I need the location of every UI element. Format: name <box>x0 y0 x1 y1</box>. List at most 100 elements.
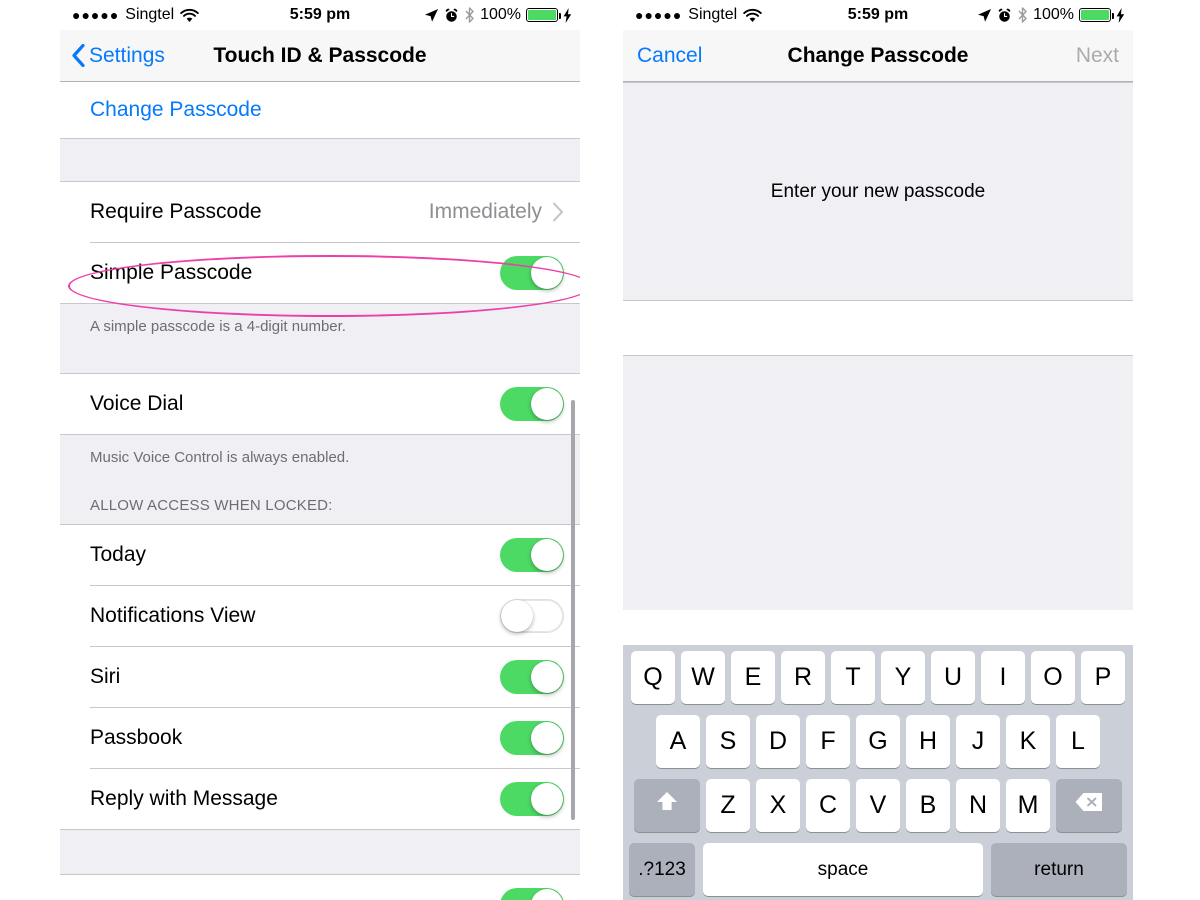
key-q[interactable]: Q <box>631 651 675 704</box>
return-key[interactable]: return <box>991 843 1127 896</box>
row-simple-passcode-label: Simple Passcode <box>90 261 253 284</box>
row-simple-passcode[interactable]: Simple Passcode <box>60 243 580 303</box>
space-key[interactable]: space <box>703 843 983 896</box>
key-i[interactable]: I <box>981 651 1025 704</box>
row-reply-with-message[interactable]: Reply with Message <box>60 769 580 829</box>
chevron-left-icon <box>72 43 85 68</box>
key-d[interactable]: D <box>756 715 800 768</box>
row-passbook[interactable]: Passbook <box>60 708 580 768</box>
key-w[interactable]: W <box>681 651 725 704</box>
left-phone-screen: ●●●●● Singtel 5:59 pm 100% Settings Touc… <box>60 0 580 900</box>
toggle-voice-dial[interactable] <box>500 386 564 421</box>
simple-passcode-footnote-block: A simple passcode is a 4-digit number. <box>60 303 580 374</box>
key-y[interactable]: Y <box>881 651 925 704</box>
key-o[interactable]: O <box>1031 651 1075 704</box>
toggle-knob <box>531 661 563 693</box>
row-passbook-label: Passbook <box>90 726 183 749</box>
backspace-key[interactable] <box>1056 779 1122 832</box>
key-j[interactable]: J <box>956 715 1000 768</box>
row-require-passcode-label: Require Passcode <box>90 200 262 223</box>
onscreen-keyboard: Q W E R T Y U I O P A S D F G H J K L Z … <box>623 645 1133 900</box>
voice-dial-footnote-block: Music Voice Control is always enabled. A… <box>60 433 580 525</box>
voice-dial-footnote: Music Voice Control is always enabled. <box>90 448 350 466</box>
key-k[interactable]: K <box>1006 715 1050 768</box>
keyboard-row-1: Q W E R T Y U I O P <box>626 651 1130 704</box>
toggle-passbook[interactable] <box>500 721 564 755</box>
keyboard-row-4: .?123 space return <box>626 843 1130 896</box>
location-arrow-icon <box>424 8 439 23</box>
key-r[interactable]: R <box>781 651 825 704</box>
key-e[interactable]: E <box>731 651 775 704</box>
chevron-right-icon <box>552 202 564 222</box>
toggle-siri[interactable] <box>500 660 564 694</box>
row-notifications-view-label: Notifications View <box>90 604 256 627</box>
right-phone-screen: ●●●●● Singtel 5:59 pm 100% Cancel Change… <box>623 0 1133 900</box>
row-notifications-view[interactable]: Notifications View <box>60 586 580 646</box>
group-spacer-1 <box>60 138 580 182</box>
key-h[interactable]: H <box>906 715 950 768</box>
key-n[interactable]: N <box>956 779 1000 832</box>
key-g[interactable]: G <box>856 715 900 768</box>
key-s[interactable]: S <box>706 715 750 768</box>
row-require-passcode[interactable]: Require Passcode Immediately <box>60 182 580 242</box>
toggle-today[interactable] <box>500 538 564 572</box>
battery-icon <box>1079 8 1114 22</box>
toggle-knob <box>531 539 563 571</box>
content-gap <box>623 301 1133 355</box>
navigation-bar-left: Settings Touch ID & Passcode <box>60 30 580 82</box>
key-l[interactable]: L <box>1056 715 1100 768</box>
change-passcode-link[interactable]: Change Passcode <box>60 82 580 138</box>
key-z[interactable]: Z <box>706 779 750 832</box>
row-siri-label: Siri <box>90 665 121 688</box>
toggle-partial-next[interactable] <box>500 888 564 900</box>
key-v[interactable]: V <box>856 779 900 832</box>
bluetooth-icon <box>464 7 475 23</box>
row-voice-dial-label: Voice Dial <box>90 391 184 415</box>
status-bar-right: ●●●●● Singtel 5:59 pm 100% <box>623 0 1133 30</box>
key-b[interactable]: B <box>906 779 950 832</box>
toggle-knob <box>501 600 533 632</box>
bluetooth-icon <box>1017 7 1028 23</box>
back-to-settings-button[interactable]: Settings <box>72 44 165 68</box>
key-f[interactable]: F <box>806 715 850 768</box>
passcode-entry-area[interactable] <box>623 355 1133 610</box>
key-c[interactable]: C <box>806 779 850 832</box>
battery-icon <box>526 8 561 22</box>
shift-key[interactable] <box>634 779 700 832</box>
vertical-scrollbar[interactable] <box>571 400 575 820</box>
key-t[interactable]: T <box>831 651 875 704</box>
toggle-reply-with-message[interactable] <box>500 782 564 816</box>
toggle-knob <box>531 722 563 754</box>
lightning-bolt-icon <box>563 7 572 23</box>
lightning-bolt-icon <box>1116 7 1125 23</box>
toggle-notifications-view[interactable] <box>500 599 564 633</box>
row-reply-with-message-label: Reply with Message <box>90 787 278 810</box>
numeric-mode-key[interactable]: .?123 <box>629 843 695 896</box>
row-partial-next[interactable] <box>60 875 580 900</box>
cancel-button[interactable]: Cancel <box>637 44 702 68</box>
passcode-prompt-text: Enter your new passcode <box>770 180 986 202</box>
key-u[interactable]: U <box>931 651 975 704</box>
toggle-knob <box>531 257 563 289</box>
key-m[interactable]: M <box>1006 779 1050 832</box>
passcode-prompt-panel: Enter your new passcode <box>623 82 1133 301</box>
row-today[interactable]: Today <box>60 525 580 585</box>
location-arrow-icon <box>977 8 992 23</box>
navigation-bar-right: Cancel Change Passcode Next <box>623 30 1133 82</box>
simple-passcode-footnote: A simple passcode is a 4-digit number. <box>90 318 346 335</box>
battery-percent-label: 100% <box>480 6 521 23</box>
toggle-knob <box>531 783 563 815</box>
row-voice-dial[interactable]: Voice Dial <box>60 373 580 434</box>
battery-percent-label: 100% <box>1033 6 1074 23</box>
key-x[interactable]: X <box>756 779 800 832</box>
row-require-passcode-value: Immediately <box>428 200 542 223</box>
row-siri[interactable]: Siri <box>60 647 580 707</box>
key-a[interactable]: A <box>656 715 700 768</box>
group-spacer-2 <box>60 829 580 875</box>
alarm-clock-icon <box>444 8 459 23</box>
back-button-label: Settings <box>89 43 165 67</box>
key-p[interactable]: P <box>1081 651 1125 704</box>
keyboard-row-2: A S D F G H J K L <box>626 715 1130 768</box>
toggle-simple-passcode[interactable] <box>500 256 564 290</box>
backspace-icon <box>1074 791 1104 820</box>
